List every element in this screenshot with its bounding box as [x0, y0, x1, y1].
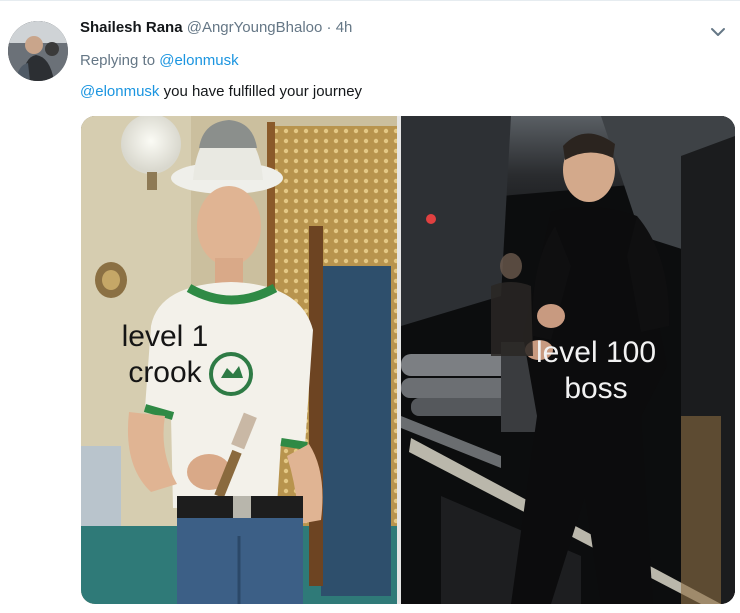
tweet[interactable]: Shailesh Rana @AngrYoungBhaloo · 4h Repl… — [0, 0, 740, 613]
left-caption: level 1 crook — [91, 319, 239, 391]
tweet-body-text: you have fulfilled your journey — [163, 83, 363, 100]
left-caption-line1: level 1 — [121, 320, 209, 353]
author-name[interactable]: Shailesh Rana — [80, 19, 183, 36]
left-caption-line2: crook — [128, 356, 202, 389]
right-caption-line2: boss — [564, 372, 628, 405]
tweet-media-image[interactable]: level 1 crook level 100 boss — [81, 116, 735, 604]
timestamp[interactable]: 4h — [336, 19, 353, 36]
avatar[interactable] — [8, 21, 68, 81]
replying-mention-link[interactable]: @elonmusk — [159, 52, 238, 69]
header-separator: · — [326, 19, 332, 36]
tweet-header: Shailesh Rana @AngrYoungBhaloo · 4h — [80, 19, 352, 41]
chevron-down-icon[interactable] — [709, 23, 727, 41]
divider — [0, 0, 740, 1]
author-handle[interactable]: @AngrYoungBhaloo — [187, 19, 323, 36]
right-caption-line1: level 100 — [535, 336, 657, 369]
right-caption: level 100 boss — [501, 335, 691, 407]
tweet-text: @elonmusk you have fulfilled your journe… — [80, 83, 362, 100]
replying-to: Replying to @elonmusk — [80, 52, 239, 69]
tweet-mention-link[interactable]: @elonmusk — [80, 83, 159, 100]
replying-prefix: Replying to — [80, 52, 156, 69]
